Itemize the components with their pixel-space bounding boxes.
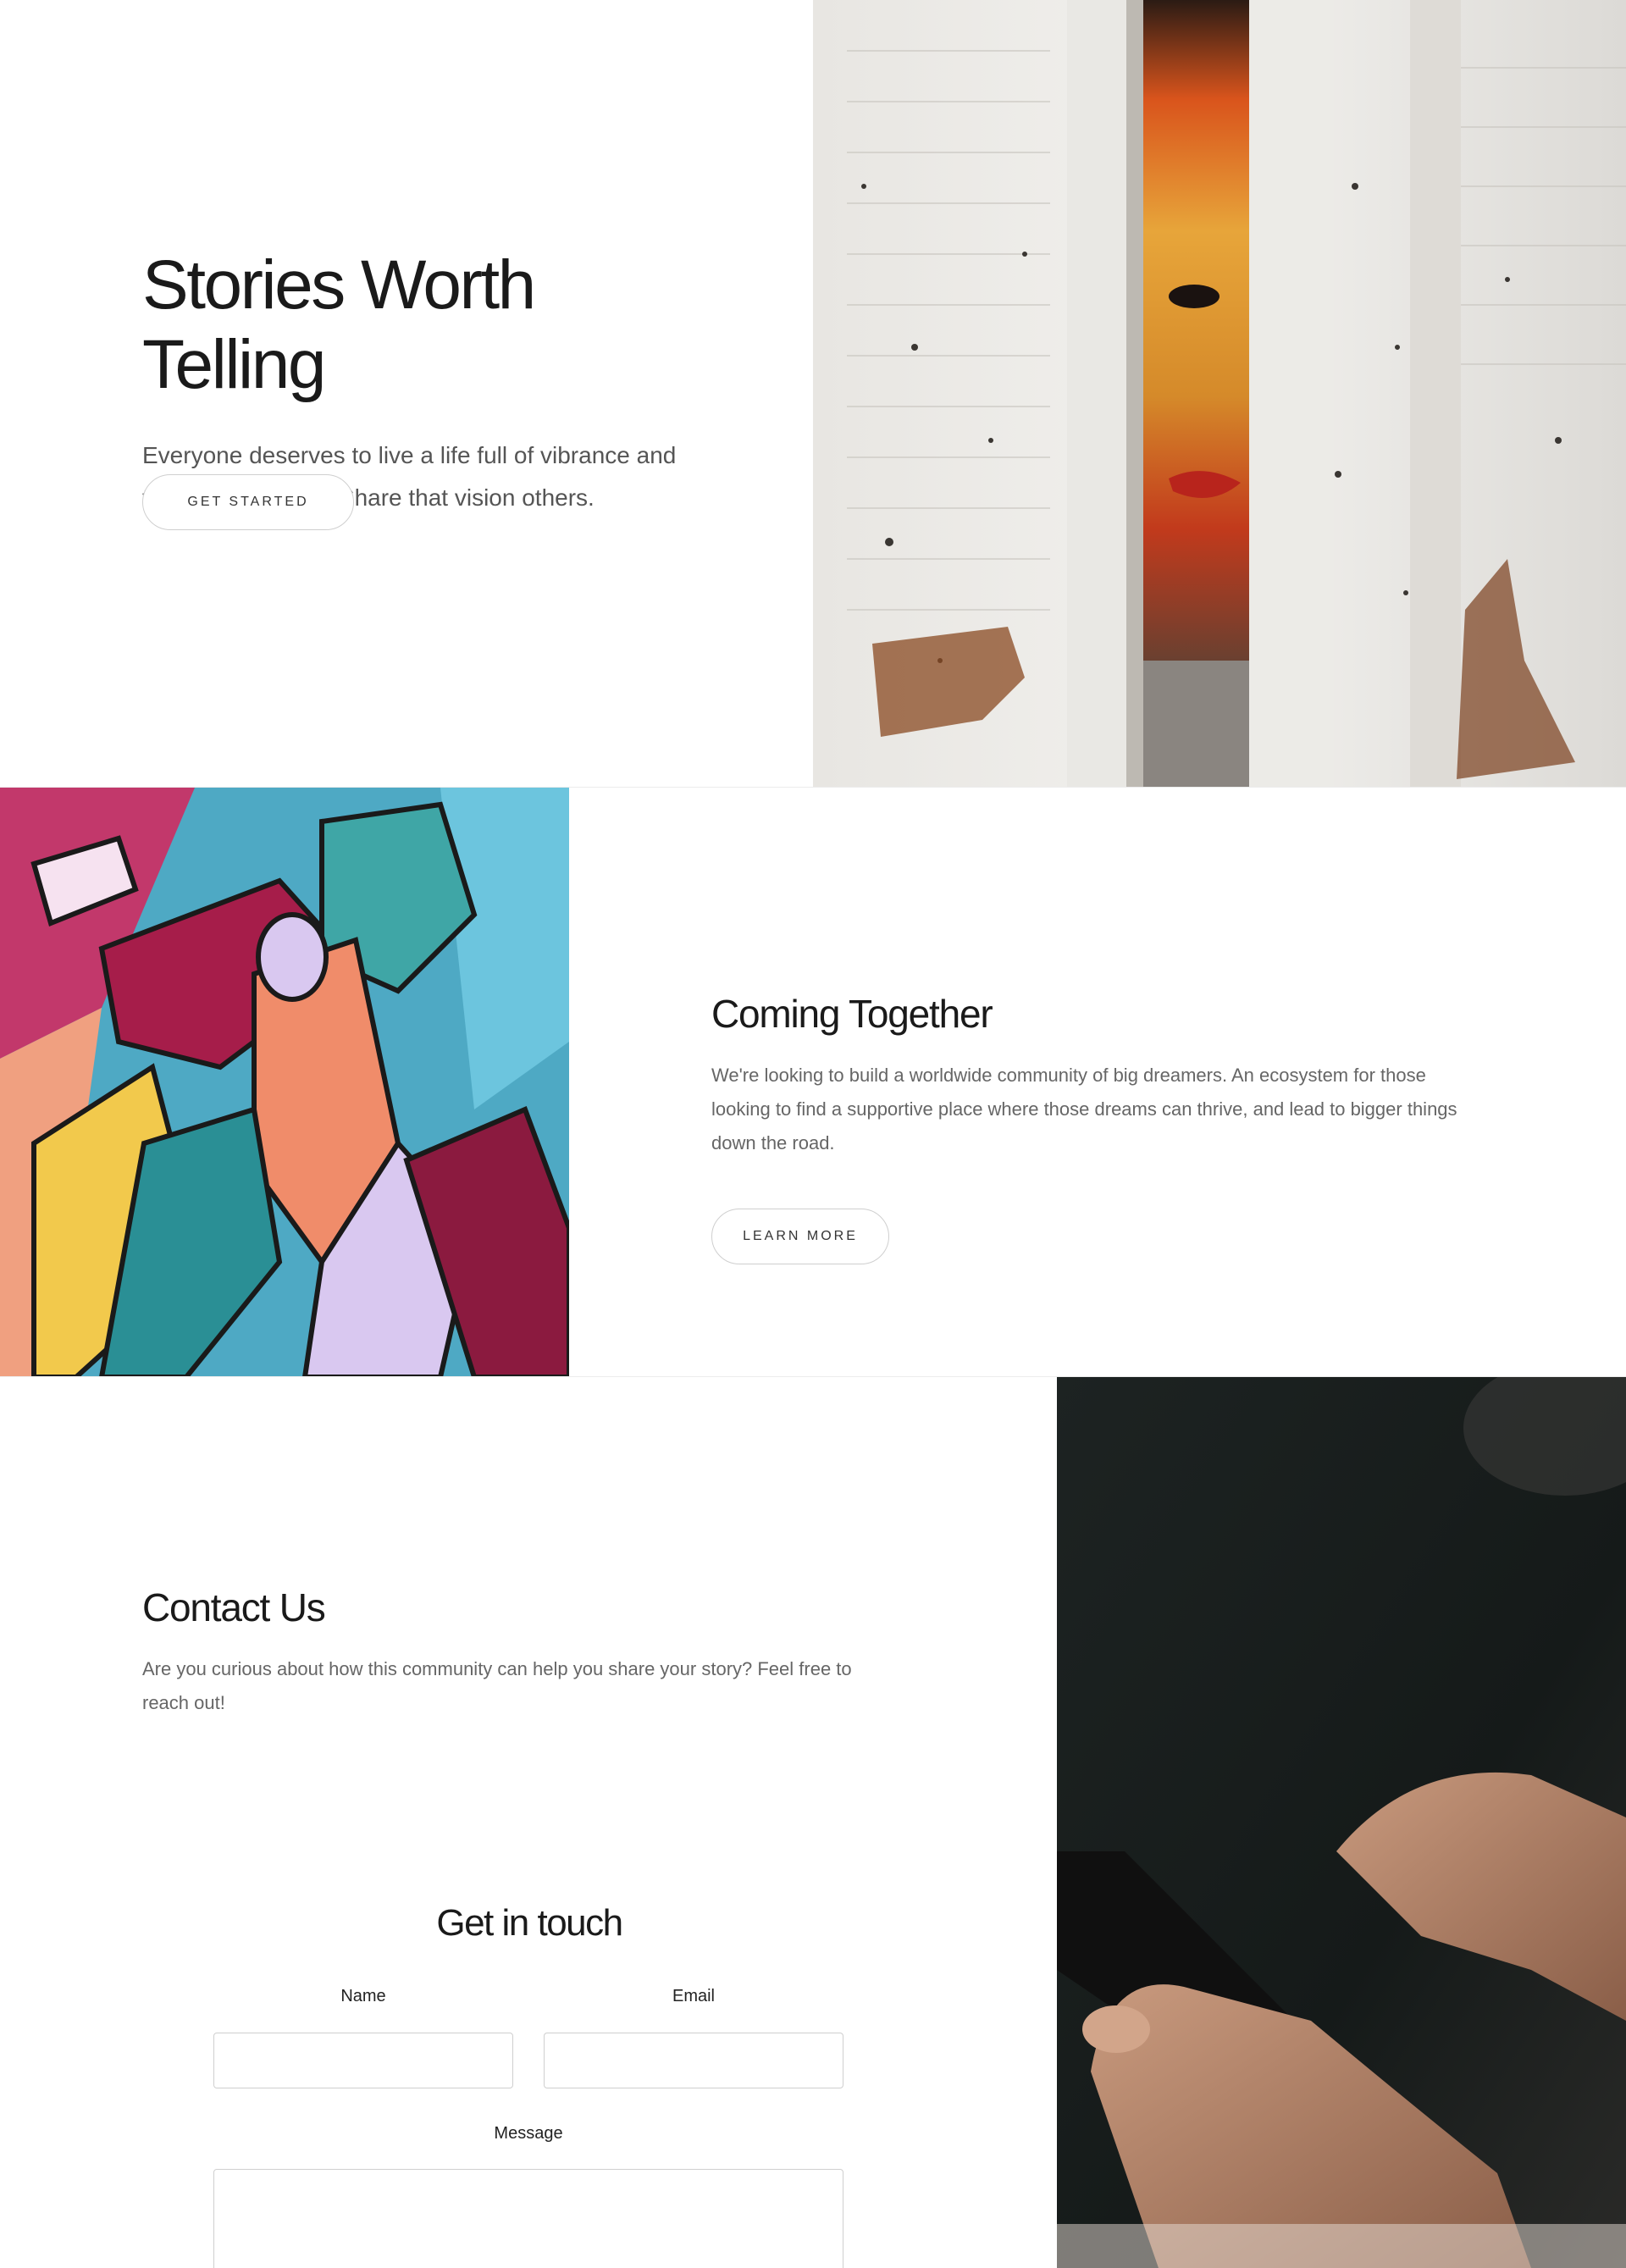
message-label: Message xyxy=(494,2124,563,2143)
email-field[interactable] xyxy=(544,2033,843,2088)
contact-text-block: Contact Us Are you curious about how thi… xyxy=(142,1585,904,1720)
name-field[interactable] xyxy=(213,2033,513,2088)
hero-image xyxy=(813,0,1626,787)
name-label: Name xyxy=(340,1987,386,2005)
form-title: Get in touch xyxy=(436,1902,623,1944)
email-label: Email xyxy=(672,1987,715,2005)
community-image xyxy=(0,788,569,1377)
community-title: Coming Together xyxy=(711,992,993,1036)
learn-more-button[interactable]: LEARN MORE xyxy=(711,1209,889,1264)
community-body: We're looking to build a worldwide commu… xyxy=(711,1065,1457,1153)
get-started-button[interactable]: GET STARTED xyxy=(142,474,354,530)
community-section: Coming Together We're looking to build a… xyxy=(0,787,1626,1377)
community-text-block: Coming Together We're looking to build a… xyxy=(711,991,1474,1160)
contact-image xyxy=(1057,1377,1626,2268)
contact-title: Contact Us xyxy=(142,1585,326,1629)
contact-body: Are you curious about how this community… xyxy=(142,1658,852,1713)
message-field[interactable] xyxy=(213,2169,843,2268)
hero-title: Stories Worth Telling xyxy=(142,246,536,404)
hero-section: Stories Worth Telling Everyone deserves … xyxy=(0,0,1626,787)
contact-section: Contact Us Are you curious about how thi… xyxy=(0,1376,1626,2268)
